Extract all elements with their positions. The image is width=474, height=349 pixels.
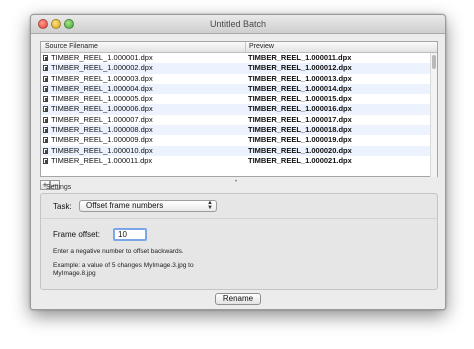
table-header: Source Filename Preview — [41, 42, 437, 53]
rename-button[interactable]: Rename — [215, 293, 261, 305]
table-row[interactable]: TIMBER_REEL_1.000011.dpx TIMBER_REEL_1.00… — [41, 155, 431, 167]
dpx-file-icon — [43, 85, 48, 92]
source-filename: TIMBER_REEL_1.000008.dpx — [51, 125, 153, 135]
source-filename: TIMBER_REEL_1.000002.dpx — [51, 63, 153, 73]
settings-group: Task: Offset frame numbers ▲ ▼ Frame offs… — [40, 193, 438, 290]
table-row[interactable]: TIMBER_REEL_1.000004.dpx TIMBER_REEL_1.00… — [41, 83, 431, 95]
dpx-file-icon — [43, 137, 48, 144]
table-row[interactable]: TIMBER_REEL_1.000005.dpx TIMBER_REEL_1.00… — [41, 94, 431, 105]
source-filename: TIMBER_REEL_1.000010.dpx — [51, 145, 153, 155]
preview-filename: TIMBER_REEL_1.000013.dpx — [248, 73, 352, 83]
table-row[interactable]: TIMBER_REEL_1.000006.dpx TIMBER_REEL_1.00… — [41, 104, 431, 115]
preview-filename: TIMBER_REEL_1.000017.dpx — [248, 114, 352, 124]
column-divider[interactable] — [245, 42, 246, 53]
batch-window: Untitled Batch Source Filename Preview T… — [30, 14, 446, 310]
source-filename: TIMBER_REEL_1.000007.dpx — [51, 114, 153, 124]
preview-filename: TIMBER_REEL_1.000021.dpx — [248, 155, 352, 165]
dpx-file-icon — [43, 55, 48, 61]
dpx-file-icon — [43, 147, 48, 154]
preview-filename: TIMBER_REEL_1.000011.dpx — [248, 53, 352, 62]
table-row[interactable]: TIMBER_REEL_1.000007.dpx TIMBER_REEL_1.00… — [41, 114, 431, 126]
file-table: Source Filename Preview TIMBER_REEL_1.00… — [40, 41, 438, 177]
table-row[interactable]: TIMBER_REEL_1.000001.dpx TIMBER_REEL_1.00… — [41, 53, 431, 64]
frame-offset-label: Frame offset: — [53, 230, 100, 239]
split-resize-handle-icon[interactable]: • — [235, 179, 237, 185]
dpx-file-icon — [43, 116, 48, 123]
preview-filename: TIMBER_REEL_1.000016.dpx — [248, 104, 352, 114]
preview-filename: TIMBER_REEL_1.000012.dpx — [248, 63, 352, 73]
select-arrows-icon: ▲ ▼ — [207, 200, 213, 211]
dpx-file-icon — [43, 106, 48, 113]
dpx-file-icon — [43, 75, 48, 82]
dpx-file-icon — [43, 65, 48, 72]
task-select-value: Offset frame numbers — [86, 201, 164, 210]
preview-filename: TIMBER_REEL_1.000014.dpx — [248, 83, 352, 93]
table-row[interactable]: TIMBER_REEL_1.000010.dpx TIMBER_REEL_1.00… — [41, 145, 431, 156]
frame-offset-input[interactable] — [113, 228, 147, 241]
settings-group-label: Settings — [46, 184, 72, 191]
source-filename: TIMBER_REEL_1.000011.dpx — [51, 155, 153, 165]
dpx-file-icon — [43, 157, 48, 164]
title-bar[interactable]: Untitled Batch — [31, 15, 445, 34]
table-row[interactable]: TIMBER_REEL_1.000009.dpx TIMBER_REEL_1.00… — [41, 135, 431, 146]
task-label: Task: — [53, 202, 72, 211]
preview-filename: TIMBER_REEL_1.000018.dpx — [248, 125, 352, 135]
source-filename: TIMBER_REEL_1.000005.dpx — [51, 94, 153, 104]
dpx-file-icon — [43, 96, 48, 103]
table-rows: TIMBER_REEL_1.000001.dpx TIMBER_REEL_1.00… — [41, 53, 431, 167]
column-header-preview[interactable]: Preview — [249, 43, 274, 50]
settings-divider — [41, 218, 437, 219]
source-filename: TIMBER_REEL_1.000009.dpx — [51, 135, 153, 145]
preview-filename: TIMBER_REEL_1.000015.dpx — [248, 94, 352, 104]
dpx-file-icon — [43, 127, 48, 134]
source-filename: TIMBER_REEL_1.000003.dpx — [51, 73, 153, 83]
source-filename: TIMBER_REEL_1.000004.dpx — [51, 83, 153, 93]
window-title: Untitled Batch — [209, 19, 267, 29]
preview-filename: TIMBER_REEL_1.000019.dpx — [248, 135, 352, 145]
source-filename: TIMBER_REEL_1.000001.dpx — [51, 53, 153, 62]
table-row[interactable]: TIMBER_REEL_1.000002.dpx TIMBER_REEL_1.00… — [41, 63, 431, 74]
source-filename: TIMBER_REEL_1.000006.dpx — [51, 104, 153, 114]
table-row[interactable]: TIMBER_REEL_1.000003.dpx TIMBER_REEL_1.00… — [41, 73, 431, 84]
table-scrollbar[interactable] — [430, 53, 437, 177]
scrollbar-thumb[interactable] — [432, 55, 436, 69]
column-header-source[interactable]: Source Filename — [45, 43, 98, 50]
offset-help-text: Enter a negative number to offset backwa… — [53, 248, 184, 255]
task-select[interactable]: Offset frame numbers ▲ ▼ — [79, 200, 217, 212]
offset-example-text: Example: a value of 5 changes MyImage.3.… — [53, 262, 194, 277]
table-row[interactable]: TIMBER_REEL_1.000008.dpx TIMBER_REEL_1.00… — [41, 125, 431, 136]
preview-filename: TIMBER_REEL_1.000020.dpx — [248, 145, 352, 155]
